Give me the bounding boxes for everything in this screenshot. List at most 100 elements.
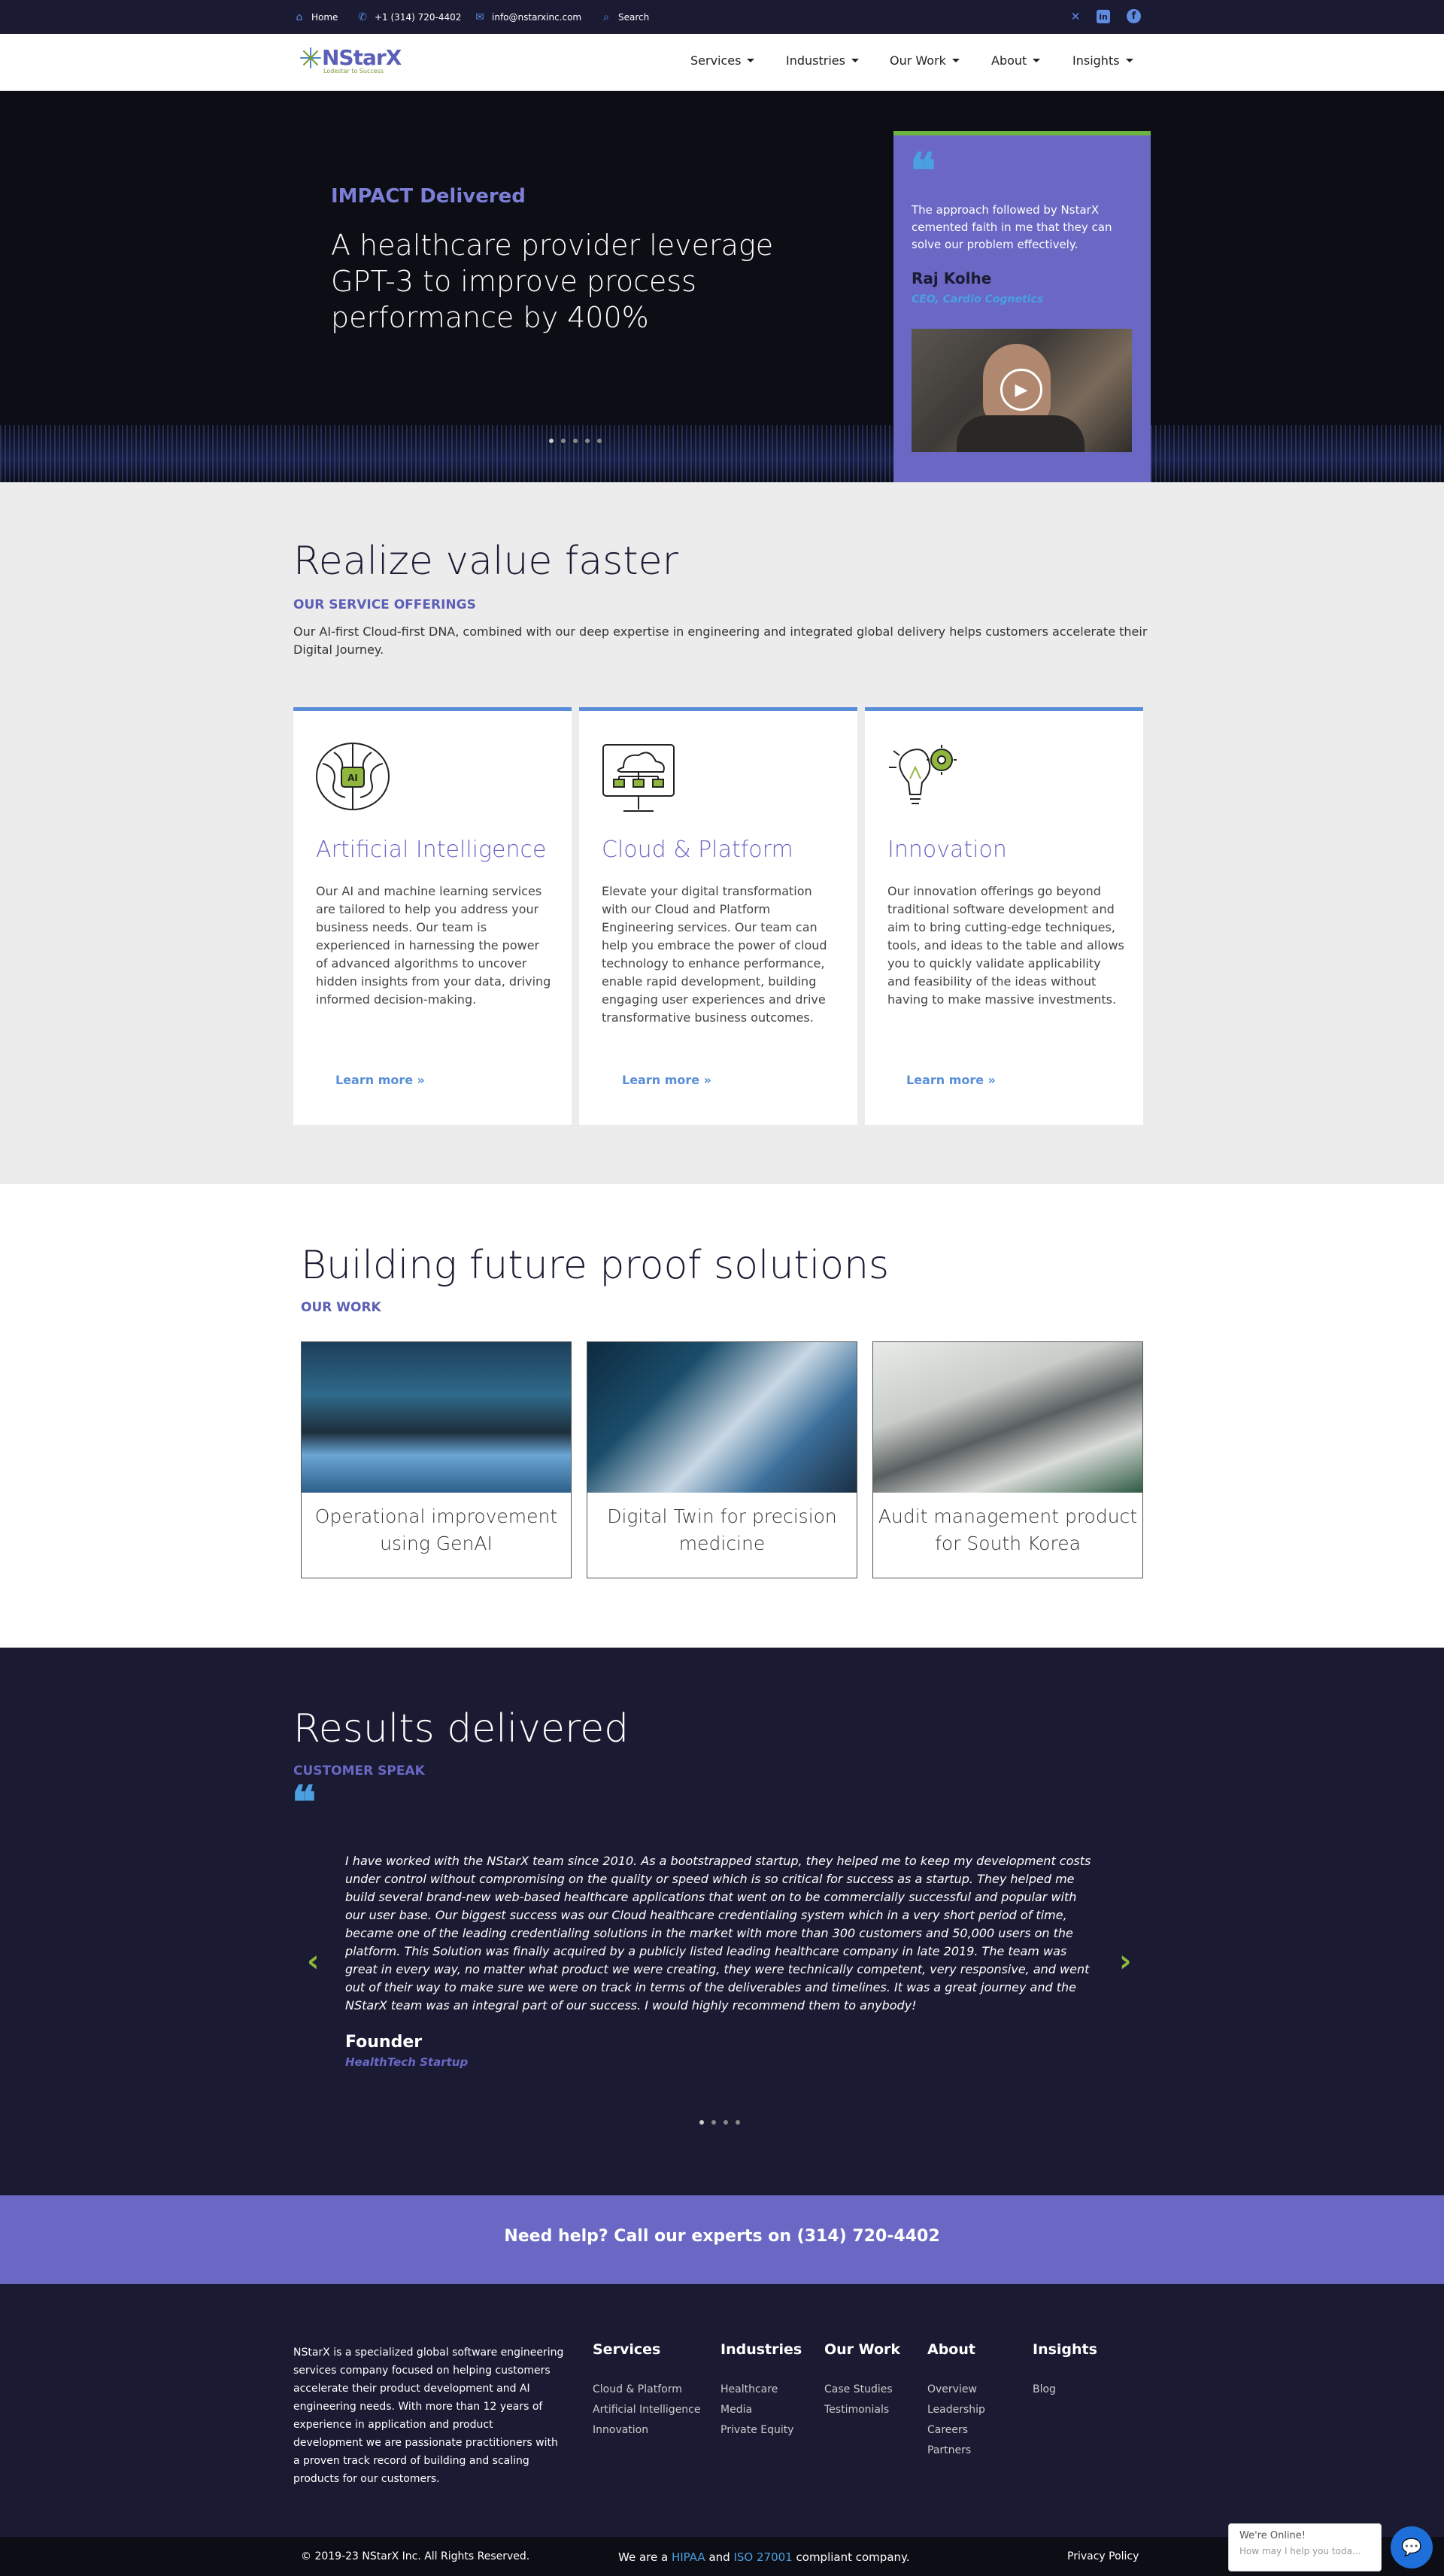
search-icon: ⌕ (603, 11, 609, 23)
quote-icon: ❝ (910, 143, 936, 199)
footer-column-industries: Industries Healthcare Media Private Equi… (720, 2341, 802, 2436)
hero-slider-dots (549, 439, 602, 443)
learn-more-link[interactable]: Learn more » (622, 1073, 711, 1087)
testimonial-quote: The approach followed by NstarX cemented… (912, 203, 1112, 251)
nav-insights[interactable]: Insights (1072, 53, 1133, 68)
footer-link[interactable]: Overview (927, 2383, 985, 2395)
email-label: info@nstarxinc.com (492, 11, 582, 23)
slider-dot[interactable] (561, 439, 566, 443)
search-label: Search (618, 11, 650, 23)
slider-dot[interactable] (724, 2120, 728, 2125)
card-text: Our AI and machine learning services are… (316, 884, 551, 1007)
work-caption: Digital Twin for precision medicine (607, 1505, 837, 1554)
nav-services[interactable]: Services (690, 53, 755, 68)
nav-about[interactable]: About (991, 53, 1041, 68)
card-title: Artificial Intelligence (316, 837, 547, 863)
nav-label: About (991, 53, 1027, 68)
footer-link[interactable]: Healthcare (720, 2383, 802, 2395)
nav-label: Our Work (890, 53, 946, 68)
slider-dot[interactable] (573, 439, 578, 443)
iso-link[interactable]: ISO 27001 (733, 2550, 792, 2564)
work-card[interactable]: Digital Twin for precision medicine (587, 1341, 857, 1578)
chat-bubble-icon[interactable]: 💬 (1391, 2526, 1433, 2568)
nav-label: Insights (1072, 53, 1120, 68)
section-kicker: OUR SERVICE OFFERINGS (293, 597, 476, 612)
slider-dot[interactable] (699, 2120, 704, 2125)
cta-text[interactable]: Need help? Call our experts on (314) 720… (0, 2227, 1444, 2246)
work-card[interactable]: Audit management product for South Korea (872, 1341, 1143, 1578)
customer-role: HealthTech Startup (345, 2055, 469, 2069)
work-image-digital-twin (587, 1342, 857, 1493)
cloud-monitor-icon (602, 744, 675, 812)
svg-text:AI: AI (347, 773, 358, 783)
footer-link[interactable]: Case Studies (824, 2383, 900, 2395)
linkedin-icon[interactable]: in (1097, 10, 1110, 23)
search-link[interactable]: ⌕ Search (600, 0, 649, 34)
customer-quote: I have worked with the NStarX team since… (345, 1854, 1091, 2012)
slider-dot[interactable] (736, 2120, 740, 2125)
nav-our-work[interactable]: Our Work (890, 53, 960, 68)
footer-link[interactable]: Testimonials (824, 2404, 900, 2416)
footer-link[interactable]: Leadership (927, 2404, 985, 2416)
section-title: Building future proof solutions (301, 1243, 890, 1288)
mail-icon: ✉ (475, 11, 484, 23)
testimonial-role: CEO, Cardio Cognetics (912, 293, 1044, 305)
learn-more-link[interactable]: Learn more » (335, 1073, 425, 1087)
slider-dot[interactable] (549, 439, 554, 443)
footer-link[interactable]: Private Equity (720, 2424, 802, 2436)
testimonial-name: Raj Kolhe (912, 269, 992, 287)
chat-greeting-box[interactable]: We're Online! How may I help you toda... (1228, 2523, 1382, 2571)
compliance-statement: We are a HIPAA and ISO 27001 compliant c… (618, 2550, 910, 2564)
chat-status: We're Online! (1239, 2530, 1306, 2541)
lightbulb-gear-icon (889, 745, 957, 804)
logo-star-icon[interactable] (299, 47, 322, 69)
chevron-right-icon[interactable]: › (1119, 1944, 1131, 1979)
slider-dot[interactable] (585, 439, 590, 443)
footer-heading: Services (593, 2341, 661, 2358)
phone-label: +1 (314) 720-4402 (375, 11, 462, 23)
copyright: © 2019-23 NStarX Inc. All Rights Reserve… (301, 2550, 530, 2562)
caret-down-icon (747, 59, 755, 62)
slider-dot[interactable] (711, 2120, 716, 2125)
footer-column-our-work: Our Work Case Studies Testimonials (824, 2341, 900, 2416)
footer-link[interactable]: Partners (927, 2444, 985, 2456)
footer-column-services: Services Cloud & Platform Artificial Int… (593, 2341, 701, 2436)
footer-link[interactable]: Cloud & Platform (593, 2383, 701, 2395)
x-twitter-icon[interactable]: ✕ (1067, 8, 1084, 25)
play-icon[interactable]: ▶ (1000, 369, 1042, 411)
phone-link[interactable]: ✆ +1 (314) 720-4402 (356, 0, 461, 34)
work-image-audit (873, 1342, 1142, 1493)
facebook-icon[interactable]: f (1127, 9, 1141, 23)
footer-heading: Insights (1033, 2341, 1097, 2358)
caret-down-icon (851, 59, 859, 62)
nav-industries[interactable]: Industries (786, 53, 859, 68)
person-shoulders (957, 415, 1085, 452)
footer-link[interactable]: Blog (1033, 2383, 1097, 2395)
work-card[interactable]: Operational improvement using GenAI (301, 1341, 572, 1578)
email-link[interactable]: ✉ info@nstarxinc.com (474, 0, 581, 34)
section-description: Our AI-first Cloud-first DNA, combined w… (293, 624, 1148, 657)
footer-link[interactable]: Innovation (593, 2424, 701, 2436)
card-text: Elevate your digital transformation with… (602, 884, 827, 1025)
privacy-policy-link[interactable]: Privacy Policy (1067, 2550, 1139, 2562)
section-kicker: OUR WORK (301, 1300, 381, 1315)
chevron-left-icon[interactable]: ‹ (307, 1944, 319, 1979)
results-slider-dots (699, 2120, 740, 2125)
work-image-genai (302, 1342, 571, 1493)
footer-link[interactable]: Artificial Intelligence (593, 2404, 701, 2416)
caret-down-icon (1033, 59, 1041, 62)
work-caption: Audit management product for South Korea (878, 1505, 1138, 1554)
hipaa-link[interactable]: HIPAA (672, 2550, 705, 2564)
home-label: Home (311, 11, 338, 23)
hero-title: A healthcare provider leverage GPT-3 to … (331, 229, 774, 334)
home-link[interactable]: ⌂ Home (293, 0, 338, 34)
footer-heading: Our Work (824, 2341, 901, 2358)
footer-link[interactable]: Media (720, 2404, 802, 2416)
slider-dot[interactable] (597, 439, 602, 443)
compliance-text: We are a (618, 2550, 669, 2564)
caret-down-icon (1125, 59, 1133, 62)
learn-more-link[interactable]: Learn more » (906, 1073, 996, 1087)
footer-link[interactable]: Careers (927, 2424, 985, 2436)
logo-text[interactable]: NStarX (322, 45, 402, 70)
nav-label: Services (690, 53, 742, 68)
